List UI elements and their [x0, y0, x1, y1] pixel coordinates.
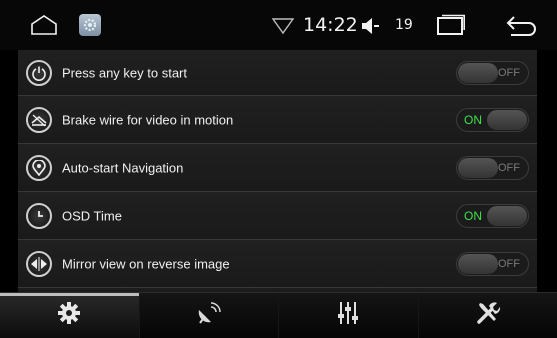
mirror-icon — [26, 250, 52, 277]
toggle-knob — [458, 157, 498, 178]
home-icon[interactable] — [30, 14, 58, 41]
setting-label: OSD Time — [62, 208, 122, 223]
status-bar: 14:22 19 — [0, 0, 557, 50]
back-icon[interactable] — [505, 14, 539, 41]
tab-audio[interactable] — [279, 293, 419, 338]
setting-label: Brake wire for video in motion — [62, 112, 234, 127]
setting-label: Mirror view on reverse image — [62, 256, 230, 271]
setting-row-brake-wire: Brake wire for video in motion ON — [18, 96, 537, 144]
setting-label: Auto-start Navigation — [62, 160, 184, 175]
toggle-knob — [458, 253, 498, 274]
volume-level: 19 — [395, 17, 413, 33]
toggle-brake-wire[interactable]: ON — [456, 107, 529, 132]
toggle-state: OFF — [498, 257, 520, 270]
toggle-press-any-key[interactable]: OFF — [456, 60, 529, 85]
clock-time: 14:22 — [303, 14, 358, 36]
toggle-mirror-view[interactable]: OFF — [456, 251, 529, 276]
setting-row-auto-start-navigation: Auto-start Navigation OFF — [18, 144, 537, 192]
setting-row-mirror-view: Mirror view on reverse image OFF — [18, 240, 537, 288]
tools-icon — [475, 300, 501, 331]
toggle-knob — [458, 62, 498, 83]
power-icon — [26, 59, 52, 86]
tab-tools[interactable] — [418, 293, 557, 338]
toggle-auto-start-navigation[interactable]: OFF — [456, 155, 529, 180]
setting-row-press-any-key: Press any key to start OFF — [18, 50, 537, 96]
settings-app-icon[interactable] — [79, 14, 101, 36]
clock-icon — [26, 202, 52, 229]
tab-general-settings[interactable] — [0, 293, 140, 338]
settings-list: Press any key to start OFF Brake wire fo… — [18, 50, 537, 292]
toggle-state: OFF — [498, 161, 520, 174]
gear-icon — [57, 301, 81, 330]
equalizer-icon — [337, 301, 359, 330]
brake-icon — [26, 106, 52, 133]
setting-label: Press any key to start — [62, 65, 187, 80]
toggle-state: OFF — [498, 66, 520, 79]
speaker-icon[interactable] — [360, 17, 380, 40]
toggle-knob — [487, 109, 527, 130]
tab-gps[interactable] — [139, 293, 279, 338]
bottom-tab-bar — [0, 293, 557, 338]
toggle-osd-time[interactable]: ON — [456, 203, 529, 228]
satellite-dish-icon — [196, 301, 222, 330]
toggle-state: ON — [464, 112, 482, 127]
wifi-signal-icon — [271, 17, 295, 40]
recent-apps-icon[interactable] — [436, 14, 466, 41]
location-pin-icon — [26, 154, 52, 181]
toggle-knob — [487, 205, 527, 226]
toggle-state: ON — [464, 208, 482, 223]
setting-row-osd-time: OSD Time ON — [18, 192, 537, 240]
